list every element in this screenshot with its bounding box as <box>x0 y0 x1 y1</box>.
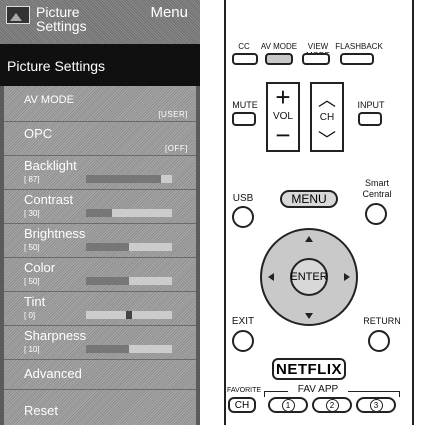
volume-up-icon[interactable]: + <box>268 84 298 110</box>
fav-app-1-label: 1 <box>281 398 295 412</box>
favorite-ch-button[interactable]: CH <box>228 397 256 413</box>
sharpness-slider[interactable] <box>86 345 172 353</box>
color-label: Color <box>24 260 56 275</box>
channel-up-icon[interactable]: ︿ <box>312 86 342 112</box>
view-mode-button[interactable] <box>302 53 330 65</box>
advanced-label: Advanced <box>24 366 82 381</box>
menu-header-title: Picture Settings <box>36 4 87 34</box>
menu-button[interactable]: MENU <box>280 190 338 208</box>
tv-picture-menu: Picture Settings Menu Picture Settings A… <box>0 0 200 425</box>
fav-app-3-label: 3 <box>369 398 383 412</box>
down-arrow-icon[interactable] <box>305 313 313 319</box>
exit-label: EXIT <box>231 316 255 327</box>
reset-label: Reset <box>24 403 58 418</box>
menu-item-color[interactable]: Color [ 50] <box>4 258 196 292</box>
ch-label: CH <box>319 112 335 123</box>
menu-items: AV MODE [USER] OPC [OFF] Backlight [ 87]… <box>4 86 196 425</box>
channel-down-icon[interactable]: ﹀ <box>312 126 342 152</box>
menu-item-brightness[interactable]: Brightness [ 50] <box>4 224 196 258</box>
mute-label: MUTE <box>232 100 258 110</box>
cc-button[interactable] <box>232 53 258 65</box>
tint-value: [ 0] <box>24 311 36 320</box>
flashback-label: FLASHBACK <box>335 42 383 51</box>
menu-item-reset[interactable]: Reset <box>4 390 196 425</box>
fav-app-2-label: 2 <box>325 398 339 412</box>
contrast-slider[interactable] <box>86 209 172 217</box>
av-mode-button[interactable] <box>265 53 293 65</box>
usb-button[interactable] <box>232 206 254 228</box>
contrast-label: Contrast <box>24 192 74 207</box>
input-button[interactable] <box>358 112 382 126</box>
return-label: RETURN <box>363 316 401 326</box>
picture-icon <box>6 6 30 24</box>
mute-button[interactable] <box>232 112 256 126</box>
menu-item-av-mode[interactable]: AV MODE [USER] <box>4 86 196 122</box>
menu-section-title: Picture Settings <box>0 44 200 86</box>
fav-app-2-button[interactable]: 2 <box>312 397 352 413</box>
smart-central-label: Smart Central <box>362 178 392 199</box>
sharpness-label: Sharpness <box>24 328 87 343</box>
opc-label: OPC <box>24 126 53 141</box>
av-mode-button-label: AV MODE <box>260 42 298 51</box>
channel-rocker[interactable]: ︿ CH ﹀ <box>310 82 344 152</box>
input-label: INPUT <box>357 100 385 110</box>
backlight-slider[interactable] <box>86 175 172 183</box>
flashback-button[interactable] <box>340 53 374 65</box>
remote-control: CC AV MODE VIEW MODE FLASHBACK MUTE + VO… <box>218 0 414 425</box>
smart-central-button[interactable] <box>365 203 387 225</box>
favorite-label: FAVORITE <box>226 387 262 394</box>
left-arrow-icon[interactable] <box>268 273 274 281</box>
menu-item-sharpness[interactable]: Sharpness [ 10] <box>4 326 196 360</box>
volume-rocker[interactable]: + VOL − <box>266 82 300 152</box>
contrast-value: [ 30] <box>24 209 40 218</box>
cc-label: CC <box>238 42 250 51</box>
menu-item-backlight[interactable]: Backlight [ 87] <box>4 156 196 190</box>
backlight-label: Backlight <box>24 158 77 173</box>
color-value: [ 50] <box>24 277 40 286</box>
brightness-label: Brightness <box>24 226 86 241</box>
fav-app-1-button[interactable]: 1 <box>268 397 308 413</box>
av-mode-label: AV MODE <box>24 94 74 106</box>
fav-app-label: FAV APP <box>288 384 348 395</box>
fav-app-3-button[interactable]: 3 <box>356 397 396 413</box>
netflix-button[interactable]: NETFLIX <box>272 358 346 380</box>
usb-label: USB <box>232 193 254 204</box>
up-arrow-icon[interactable] <box>305 236 313 242</box>
backlight-value: [ 87] <box>24 175 40 184</box>
tint-slider[interactable] <box>86 311 172 319</box>
menu-header-tag: Menu <box>150 4 188 21</box>
brightness-value: [ 50] <box>24 243 40 252</box>
opc-value: [OFF] <box>165 144 188 153</box>
menu-header: Picture Settings Menu <box>0 0 200 44</box>
av-mode-value: [USER] <box>158 110 188 119</box>
color-slider[interactable] <box>86 277 172 285</box>
right-arrow-icon[interactable] <box>344 273 350 281</box>
menu-item-tint[interactable]: Tint [ 0] <box>4 292 196 326</box>
volume-down-icon[interactable]: − <box>268 122 298 148</box>
sharpness-value: [ 10] <box>24 345 40 354</box>
exit-button[interactable] <box>232 330 254 352</box>
brightness-slider[interactable] <box>86 243 172 251</box>
menu-item-advanced[interactable]: Advanced <box>4 360 196 390</box>
tint-label: Tint <box>24 294 46 309</box>
enter-button[interactable]: ENTER <box>290 258 328 296</box>
return-button[interactable] <box>368 330 390 352</box>
menu-item-contrast[interactable]: Contrast [ 30] <box>4 190 196 224</box>
menu-item-opc[interactable]: OPC [OFF] <box>4 122 196 156</box>
